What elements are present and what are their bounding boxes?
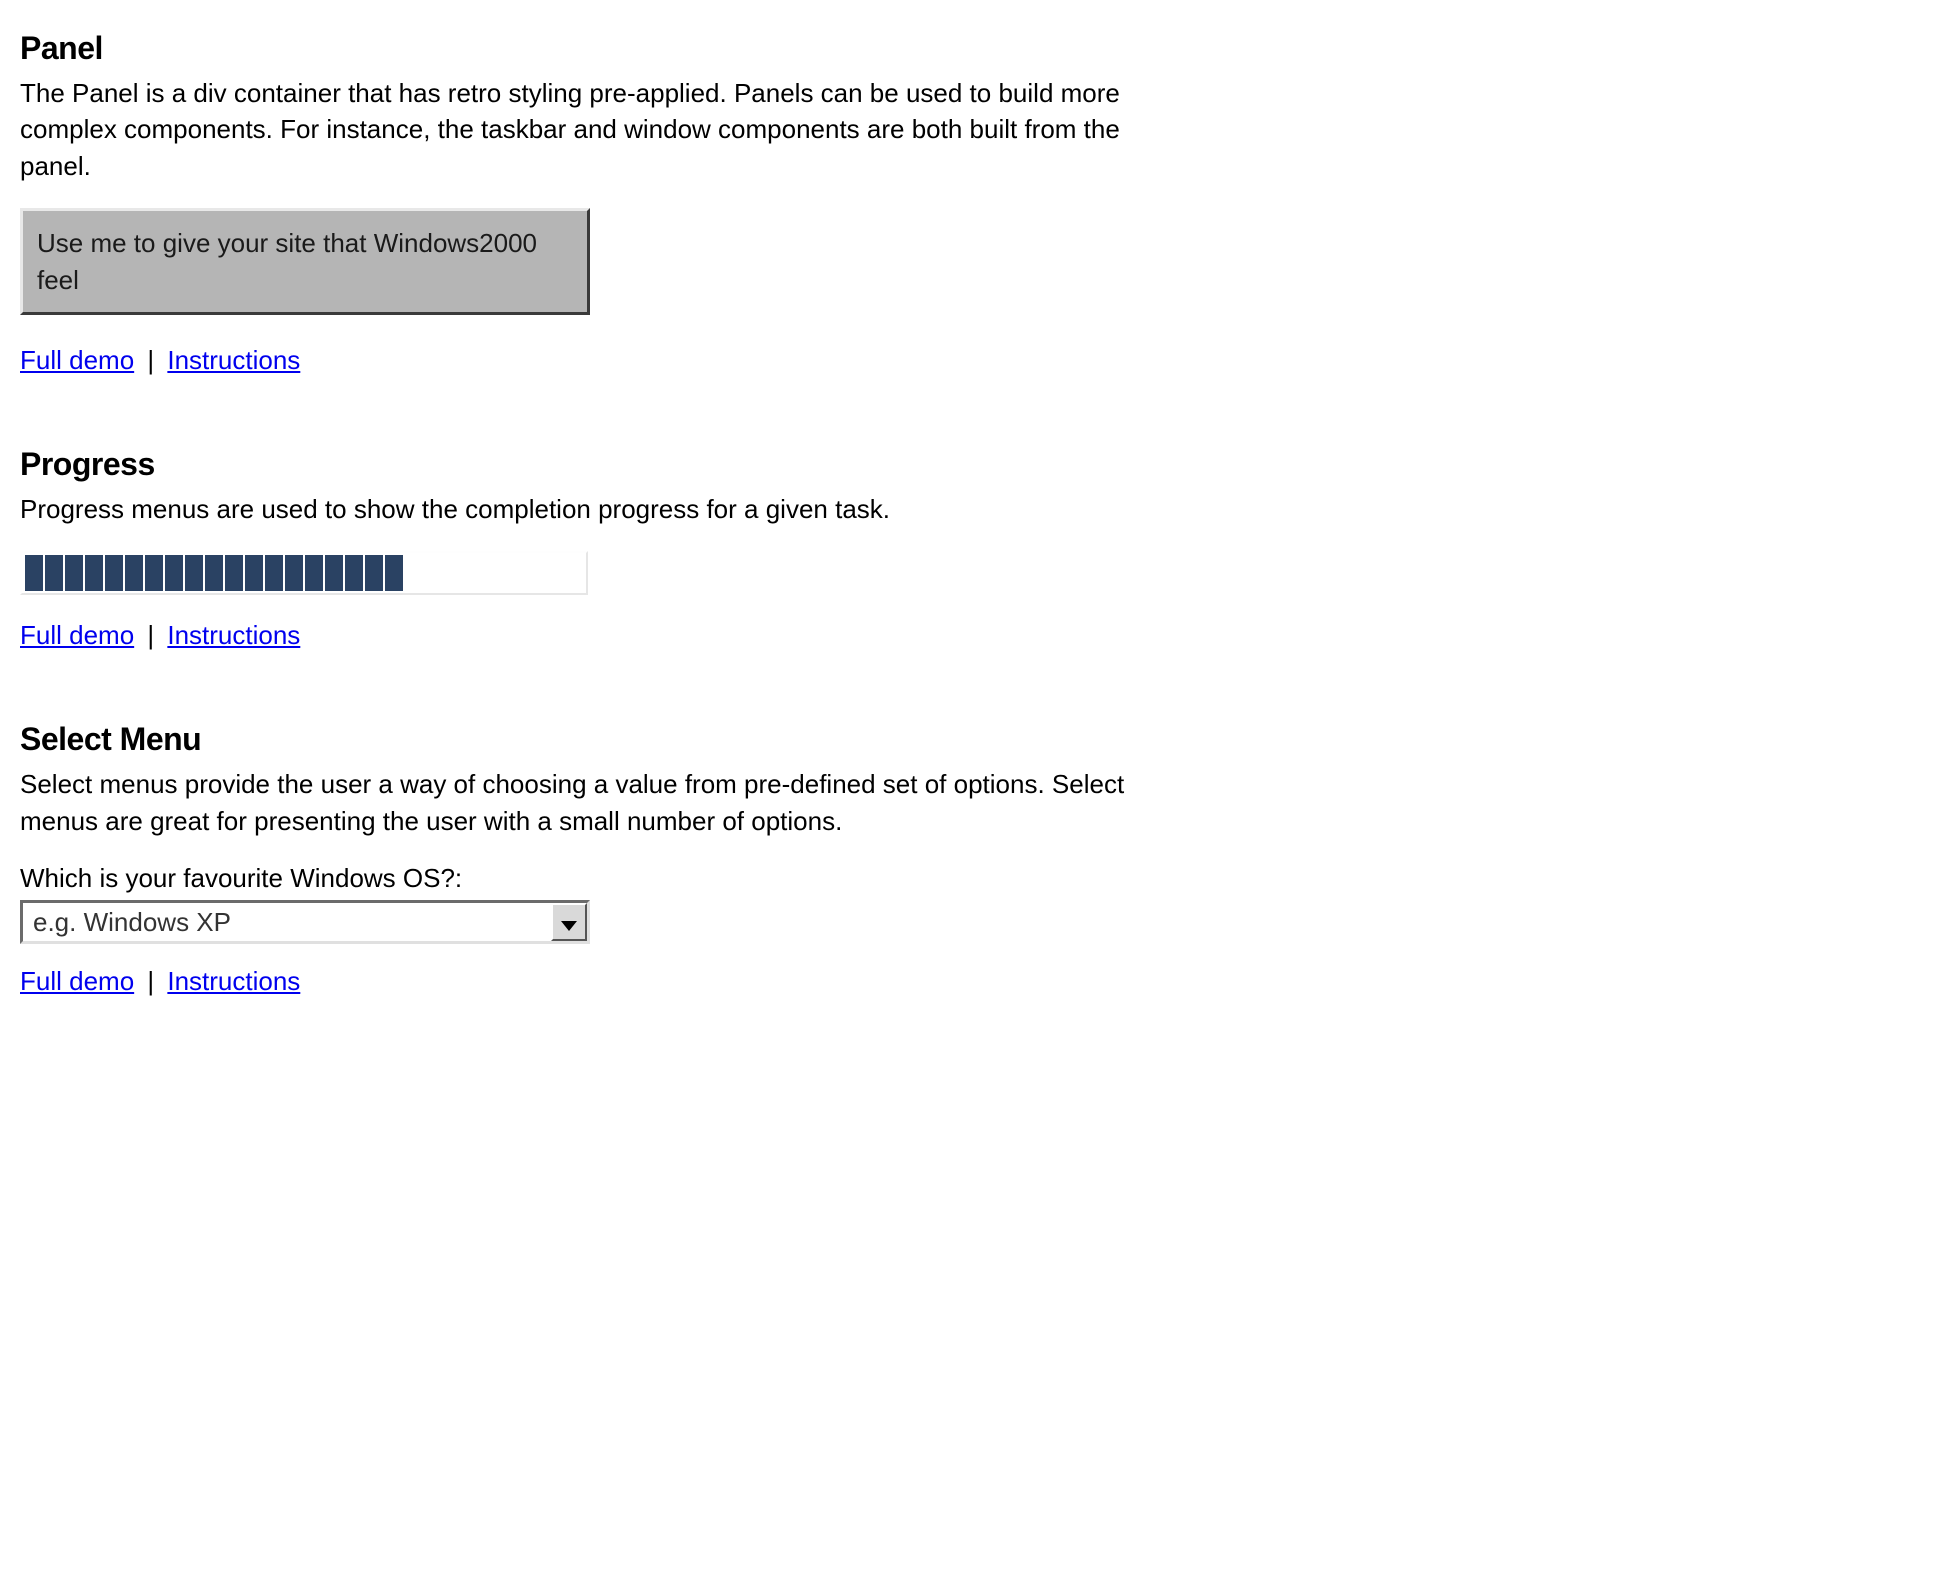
select-full-demo-link[interactable]: Full demo [20,966,134,996]
progress-section: Progress Progress menus are used to show… [20,446,1916,651]
select-heading: Select Menu [20,721,1916,758]
progress-block-filled [345,555,363,591]
panel-full-demo-link[interactable]: Full demo [20,345,134,375]
progress-block-filled [145,555,163,591]
pipe-separator: | [140,345,161,375]
progress-block-filled [285,555,303,591]
select-description: Select menus provide the user a way of c… [20,766,1160,839]
progress-block-filled [385,555,403,591]
progress-block-filled [245,555,263,591]
progress-block-filled [225,555,243,591]
os-select[interactable]: e.g. Windows XP [20,900,590,944]
progress-description: Progress menus are used to show the comp… [20,491,1160,527]
progress-bar [20,551,588,595]
progress-block-filled [25,555,43,591]
select-section: Select Menu Select menus provide the use… [20,721,1916,997]
progress-block-filled [205,555,223,591]
progress-block-filled [265,555,283,591]
panel-heading: Panel [20,30,1916,67]
progress-block-filled [125,555,143,591]
select-instructions-link[interactable]: Instructions [167,966,300,996]
progress-full-demo-link[interactable]: Full demo [20,620,134,650]
select-value: e.g. Windows XP [23,903,551,941]
progress-block-filled [325,555,343,591]
progress-links: Full demo | Instructions [20,620,1916,651]
progress-block-filled [305,555,323,591]
panel-section: Panel The Panel is a div container that … [20,30,1916,376]
select-links: Full demo | Instructions [20,966,1916,997]
progress-instructions-link[interactable]: Instructions [167,620,300,650]
select-dropdown-button[interactable] [551,903,587,941]
panel-demo-box: Use me to give your site that Windows200… [20,208,590,315]
progress-block-filled [165,555,183,591]
progress-block-filled [85,555,103,591]
progress-block-filled [65,555,83,591]
select-label: Which is your favourite Windows OS?: [20,863,1916,894]
progress-block-filled [45,555,63,591]
panel-instructions-link[interactable]: Instructions [167,345,300,375]
caret-down-icon [561,907,577,938]
progress-block-filled [185,555,203,591]
progress-block-filled [105,555,123,591]
pipe-separator: | [140,620,161,650]
progress-block-filled [365,555,383,591]
panel-links: Full demo | Instructions [20,345,1916,376]
progress-heading: Progress [20,446,1916,483]
pipe-separator: | [140,966,161,996]
panel-description: The Panel is a div container that has re… [20,75,1160,184]
